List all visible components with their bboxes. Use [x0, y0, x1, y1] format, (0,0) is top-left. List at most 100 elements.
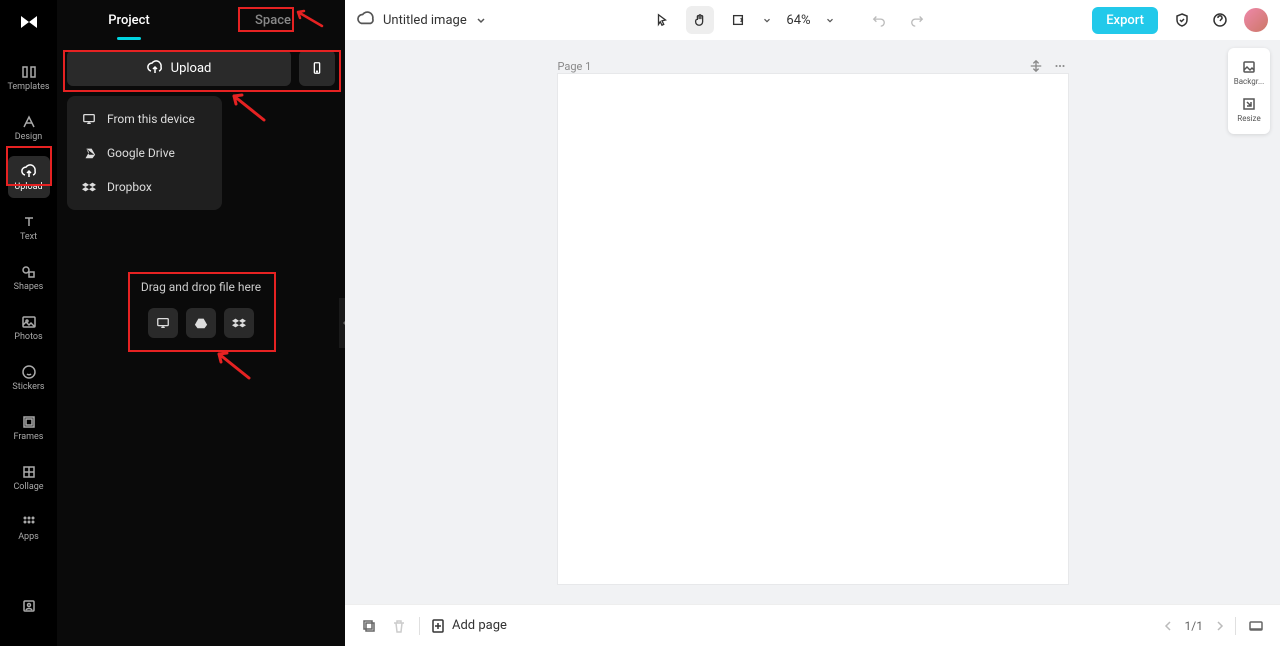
prev-page-button[interactable]	[1163, 620, 1175, 632]
bottombar: Add page 1/1	[345, 604, 1280, 646]
add-page-label: Add page	[452, 618, 507, 633]
select-tool[interactable]	[648, 6, 676, 34]
zoom-level[interactable]: 64%	[786, 13, 810, 28]
chevron-down-icon[interactable]	[825, 15, 835, 25]
pager-text: 1/1	[1185, 619, 1203, 633]
upload-panel: Project Space Upload From this device Go…	[57, 0, 345, 646]
page-more-button[interactable]	[1052, 58, 1068, 74]
dropdown-google-drive[interactable]: Google Drive	[67, 136, 222, 170]
delete-page-button	[389, 616, 409, 636]
nav-label: Photos	[14, 333, 42, 342]
nav-upload[interactable]: Upload	[8, 156, 50, 198]
nav-label: Apps	[18, 533, 39, 542]
dropdown-from-device[interactable]: From this device	[67, 102, 222, 136]
help-button[interactable]	[1206, 6, 1234, 34]
nav-collage[interactable]: Collage	[8, 456, 50, 498]
add-page-icon	[430, 618, 446, 634]
nav-shapes[interactable]: Shapes	[8, 256, 50, 298]
canvas-wrap: Page 1 Backgr... Resize	[345, 40, 1280, 604]
drop-device-button[interactable]	[148, 308, 178, 338]
nav-label: Stickers	[12, 383, 44, 392]
hand-tool[interactable]	[686, 6, 714, 34]
nav-text[interactable]: Text	[8, 206, 50, 248]
right-tool-label: Backgr...	[1234, 77, 1265, 86]
cloud-icon	[357, 11, 375, 29]
shield-button[interactable]	[1168, 6, 1196, 34]
monitor-icon	[156, 316, 170, 330]
right-tool-label: Resize	[1237, 114, 1260, 123]
nav-label: Collage	[13, 483, 43, 492]
nav-frames[interactable]: Frames	[8, 406, 50, 448]
nav-apps[interactable]: Apps	[8, 506, 50, 548]
drop-zone-text: Drag and drop file here	[126, 280, 276, 294]
tab-project[interactable]: Project	[57, 13, 201, 28]
google-drive-icon	[194, 316, 208, 330]
upload-row: Upload	[67, 50, 335, 86]
drop-icons	[126, 308, 276, 338]
user-avatar[interactable]	[1244, 8, 1268, 32]
frames-icon	[20, 413, 38, 431]
nav-stickers[interactable]: Stickers	[8, 356, 50, 398]
drop-zone[interactable]: Drag and drop file here	[126, 280, 276, 338]
separator	[419, 617, 420, 635]
nav-photos[interactable]: Photos	[8, 306, 50, 348]
nav-design[interactable]: Design	[8, 106, 50, 148]
crop-tool[interactable]	[724, 6, 752, 34]
tab-space[interactable]: Space	[201, 13, 345, 28]
nav-label: Templates	[7, 83, 49, 92]
account-icon	[20, 597, 38, 615]
text-icon	[20, 213, 38, 231]
dropbox-icon	[81, 179, 97, 195]
nav-account[interactable]	[8, 586, 50, 628]
nav-label: Shapes	[14, 283, 44, 292]
upload-button[interactable]: Upload	[67, 50, 291, 86]
dropdown-label: Google Drive	[107, 146, 175, 160]
mobile-icon	[310, 61, 324, 75]
nav-label: Text	[20, 233, 37, 242]
design-icon	[20, 113, 38, 131]
page-label: Page 1	[558, 60, 592, 73]
next-page-button[interactable]	[1213, 620, 1225, 632]
undo-button[interactable]	[865, 6, 893, 34]
app-logo[interactable]	[15, 8, 43, 36]
nav-templates[interactable]: Templates	[8, 56, 50, 98]
redo-button[interactable]	[903, 6, 931, 34]
collage-icon	[20, 463, 38, 481]
separator	[1235, 617, 1236, 635]
chevron-down-icon[interactable]	[762, 15, 772, 25]
stickers-icon	[20, 363, 38, 381]
mobile-upload-button[interactable]	[299, 50, 335, 86]
drop-gdrive-button[interactable]	[186, 308, 216, 338]
chevron-down-icon[interactable]	[475, 14, 487, 26]
photos-icon	[20, 313, 38, 331]
nav-label: Frames	[14, 433, 44, 442]
right-tools: Backgr... Resize	[1228, 48, 1270, 134]
canvas-page[interactable]	[558, 74, 1068, 584]
shapes-icon	[20, 263, 38, 281]
page-move-button[interactable]	[1028, 58, 1044, 74]
upload-label: Upload	[171, 61, 212, 76]
monitor-icon	[81, 111, 97, 127]
nav-label: Upload	[14, 183, 42, 192]
nav-label: Design	[15, 133, 43, 142]
page-label-row: Page 1	[558, 58, 1068, 74]
dropdown-dropbox[interactable]: Dropbox	[67, 170, 222, 204]
icon-sidebar: Templates Design Upload Text Shapes Phot…	[0, 0, 57, 646]
add-page-button[interactable]: Add page	[430, 618, 507, 634]
duplicate-page-button[interactable]	[359, 616, 379, 636]
cloud-upload-icon	[147, 60, 163, 76]
topbar: Untitled image 64% Export	[345, 0, 1280, 40]
document-title[interactable]: Untitled image	[383, 13, 467, 28]
templates-icon	[20, 63, 38, 81]
resize-tool[interactable]: Resize	[1228, 91, 1270, 128]
dropdown-label: Dropbox	[107, 180, 152, 194]
background-tool[interactable]: Backgr...	[1228, 54, 1270, 91]
google-drive-icon	[81, 145, 97, 161]
main-area: Untitled image 64% Export Page 1	[345, 0, 1280, 646]
dropbox-icon	[232, 316, 246, 330]
drop-dropbox-button[interactable]	[224, 308, 254, 338]
export-button[interactable]: Export	[1092, 7, 1158, 34]
upload-dropdown: From this device Google Drive Dropbox	[67, 96, 222, 210]
pager: 1/1	[1163, 619, 1225, 633]
pages-view-button[interactable]	[1246, 616, 1266, 636]
